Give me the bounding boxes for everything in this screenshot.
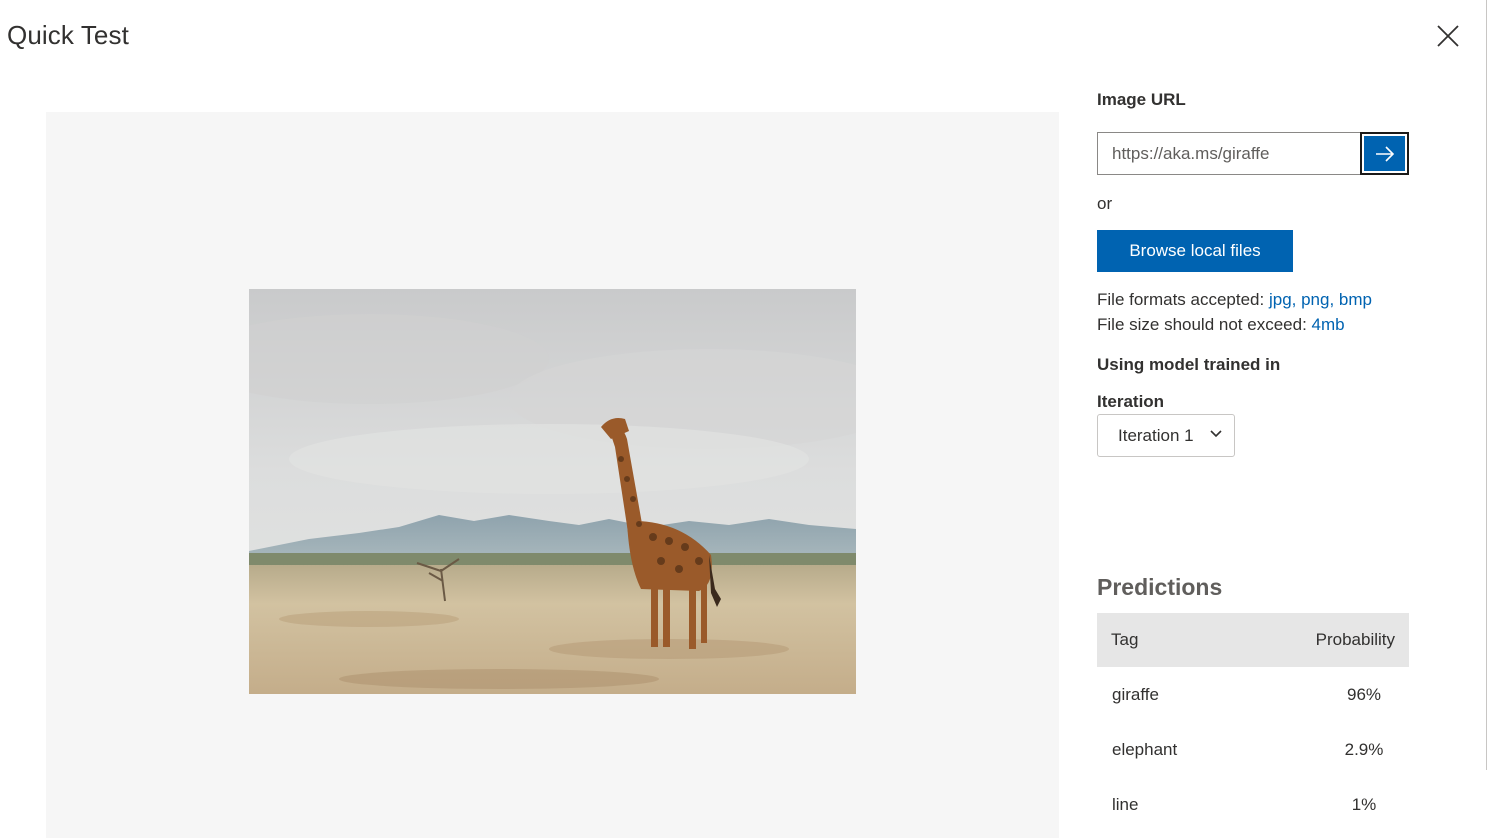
file-formats-value: jpg, png, bmp xyxy=(1268,290,1372,309)
file-formats-info: File formats accepted: jpg, png, bmp xyxy=(1097,290,1372,310)
image-url-input[interactable] xyxy=(1097,132,1360,175)
iteration-label: Iteration xyxy=(1097,392,1165,411)
arrow-right-icon xyxy=(1375,145,1394,162)
file-size-info: File size should not exceed: 4mb xyxy=(1097,315,1345,335)
file-formats-label: File formats accepted: xyxy=(1097,290,1269,309)
predictions-title: Predictions xyxy=(1097,574,1223,600)
column-header-probability: Probability xyxy=(1315,630,1395,649)
table-row: elephant 2.9% xyxy=(1097,722,1409,777)
prediction-tag: line xyxy=(1112,794,1139,814)
file-size-value: 4mb xyxy=(1311,315,1345,334)
or-separator: or xyxy=(1097,194,1113,213)
submit-url-button[interactable] xyxy=(1360,132,1409,175)
iteration-select[interactable]: Iteration 1 xyxy=(1097,414,1235,457)
image-url-row xyxy=(1097,132,1409,175)
quick-test-dialog: Quick Test Image URL https://aka.ms/gira… xyxy=(0,0,1487,838)
close-button[interactable] xyxy=(1432,20,1464,52)
dialog-title: Quick Test xyxy=(7,20,129,50)
file-size-label: File size should not exceed: xyxy=(1097,315,1312,334)
prediction-probability: 2.9% xyxy=(1344,739,1384,759)
test-image xyxy=(249,289,856,694)
table-row: line 1% xyxy=(1097,777,1409,832)
model-label: Using model trained in xyxy=(1097,355,1281,374)
predictions-table: Tag Probability giraffe 96% elephant 2.9… xyxy=(1097,613,1409,832)
prediction-probability: 1% xyxy=(1351,794,1377,814)
iteration-select-value: Iteration 1 xyxy=(1118,425,1194,445)
image-preview-area xyxy=(46,112,1059,838)
predictions-table-header: Tag Probability xyxy=(1097,613,1409,667)
close-icon xyxy=(1437,25,1459,47)
browse-local-files-button[interactable]: Browse local files xyxy=(1097,230,1293,272)
chevron-down-icon xyxy=(1210,430,1222,438)
column-header-tag: Tag xyxy=(1111,630,1139,649)
test-options-panel: Image URL or Browse local files File for… xyxy=(1097,0,1409,838)
prediction-tag: giraffe xyxy=(1112,684,1159,704)
image-url-label: Image URL xyxy=(1097,90,1186,109)
prediction-tag: elephant xyxy=(1112,739,1178,759)
prediction-probability: 96% xyxy=(1346,684,1382,704)
table-row: giraffe 96% xyxy=(1097,667,1409,722)
